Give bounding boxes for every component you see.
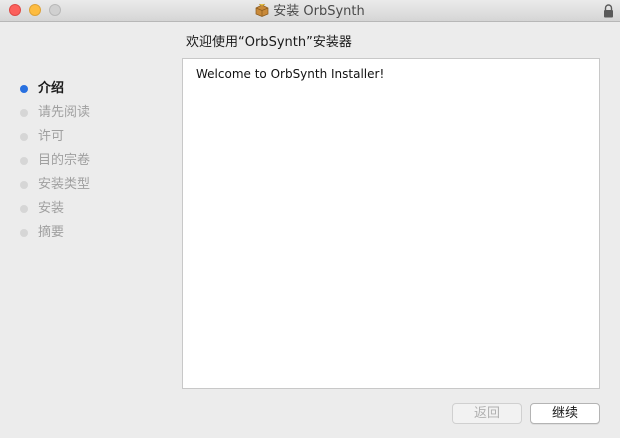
window-title-text: 安装 OrbSynth xyxy=(273,4,365,19)
step-indicator-dot xyxy=(20,181,28,189)
step-label: 摘要 xyxy=(38,225,65,240)
step-label: 安装类型 xyxy=(38,177,91,192)
content-panel[interactable]: Welcome to OrbSynth Installer! xyxy=(182,58,600,389)
step-indicator-dot xyxy=(20,205,28,213)
step-label: 请先阅读 xyxy=(38,105,91,120)
step-label: 目的宗卷 xyxy=(38,153,91,168)
step-indicator-dot xyxy=(20,157,28,165)
back-button[interactable]: 返回 xyxy=(452,403,522,424)
package-icon xyxy=(255,3,269,22)
step-indicator-dot xyxy=(20,133,28,141)
title-bar[interactable]: 安装 OrbSynth xyxy=(0,0,620,22)
step-label: 介绍 xyxy=(38,81,65,96)
installer-window: 安装 OrbSynth 欢迎使用“OrbSynth”安装器 介绍 请先阅读 许可… xyxy=(0,0,620,438)
step-indicator-dot xyxy=(20,85,28,93)
window-title: 安装 OrbSynth xyxy=(0,3,620,22)
page-heading: 欢迎使用“OrbSynth”安装器 xyxy=(186,35,352,50)
welcome-text: Welcome to OrbSynth Installer! xyxy=(196,67,385,81)
lock-icon xyxy=(603,3,614,22)
step-label: 安装 xyxy=(38,201,65,216)
step-label: 许可 xyxy=(38,129,65,144)
step-indicator-dot xyxy=(20,109,28,117)
step-indicator-dot xyxy=(20,229,28,237)
continue-button[interactable]: 继续 xyxy=(530,403,600,424)
